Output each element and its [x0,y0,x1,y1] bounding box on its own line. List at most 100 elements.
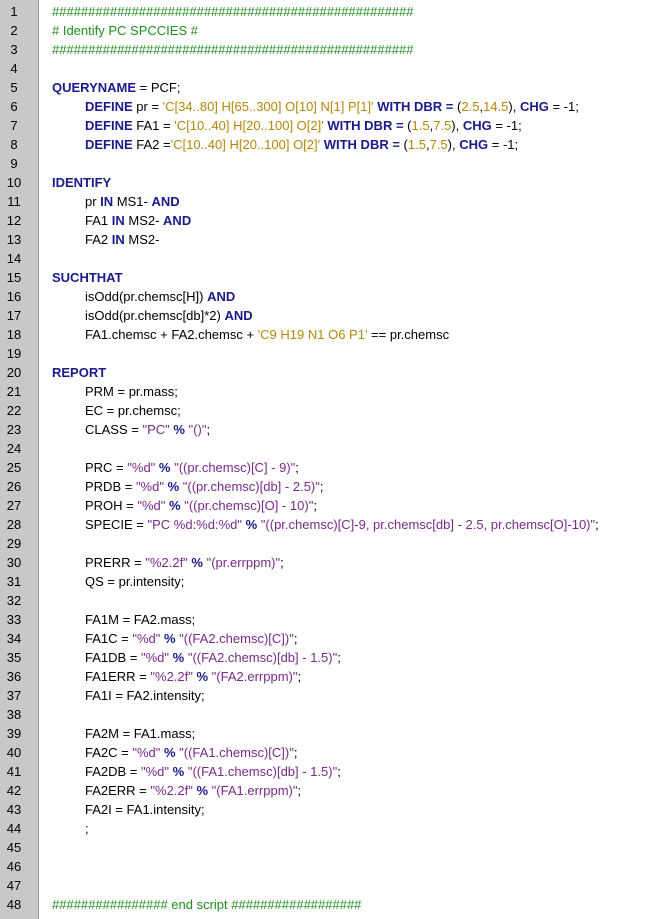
code-line[interactable]: 48 ################ end script ##########… [0,895,652,914]
code-editor[interactable]: 1 #######################################… [0,0,652,919]
code-token: "%2.2f" [145,555,188,570]
line-number: 34 [6,631,22,646]
code-token: AND [224,308,253,323]
code-line[interactable]: 23 CLASS = "PC" % "()"; [0,420,652,439]
code-line[interactable]: 21 PRM = pr.mass; [0,382,652,401]
code-line[interactable]: 39 FA2M = FA1.mass; [0,724,652,743]
code-line[interactable]: 47 [0,876,652,895]
code-line[interactable]: 33 FA1M = FA2.mass; [0,610,652,629]
code-token: "(pr.errppm)" [206,555,281,570]
code-line[interactable]: 2 # Identify PC SPCCIES # [0,21,652,40]
code-line[interactable]: 40 FA2C = "%d" % "((FA1.chemsc)[C])"; [0,743,652,762]
code-line[interactable]: 30 PRERR = "%2.2f" % "(pr.errppm)"; [0,553,652,572]
code-line[interactable]: 5 QUERYNAME = PCF; [0,78,652,97]
code-line[interactable]: 13 FA2 IN MS2- [0,230,652,249]
code-text: PROH = "%d" % "((pr.chemsc)[O] - 10)"; [52,496,317,515]
code-line[interactable]: 3 #######################################… [0,40,652,59]
code-token: CHG [462,118,492,133]
code-token: ), [508,99,520,114]
code-line[interactable]: 27 PROH = "%d" % "((pr.chemsc)[O] - 10)"; [0,496,652,515]
line-number: 45 [6,840,22,855]
code-token: ), [447,137,460,152]
code-token: = -1; [548,99,579,114]
code-line[interactable]: 7 DEFINE FA1 = 'C[10..40] H[20..100] O[2]… [0,116,652,135]
code-line[interactable]: 14 [0,249,652,268]
code-line[interactable]: 4 [0,59,652,78]
code-line[interactable]: 10 IDENTIFY [0,173,652,192]
code-line[interactable]: 32 [0,591,652,610]
line-number: 16 [6,289,22,304]
code-line[interactable]: 18 FA1.chemsc + FA2.chemsc + 'C9 H19 N1 O… [0,325,652,344]
code-line[interactable]: 45 [0,838,652,857]
code-line[interactable]: 20 REPORT [0,363,652,382]
code-token: AND [151,194,180,209]
code-line[interactable]: 46 [0,857,652,876]
line-number: 22 [6,403,22,418]
code-line[interactable]: 1 #######################################… [0,2,652,21]
code-line[interactable]: 6 DEFINE pr = 'C[34..80] H[65..300] O[10]… [0,97,652,116]
line-number: 44 [6,821,22,836]
code-text: IDENTIFY [52,173,111,192]
line-number: 33 [6,612,22,627]
code-line[interactable]: 26 PRDB = "%d" % "((pr.chemsc)[db] - 2.5)… [0,477,652,496]
code-text: isOdd(pr.chemsc[H]) AND [52,287,235,306]
line-number: 1 [10,4,18,19]
code-text: FA2I = FA1.intensity; [52,800,205,819]
code-line[interactable]: 25 PRC = "%d" % "((pr.chemsc)[C] - 9)"; [0,458,652,477]
code-line[interactable]: 15 SUCHTHAT [0,268,652,287]
line-number: 13 [6,232,22,247]
code-token: "PC %d:%d:%d" [147,517,243,532]
line-number: 21 [6,384,22,399]
code-line[interactable]: 19 [0,344,652,363]
line-number: 41 [6,764,22,779]
code-line[interactable]: 31 QS = pr.intensity; [0,572,652,591]
code-text: SUCHTHAT [52,268,123,287]
code-line[interactable]: 37 FA1I = FA2.intensity; [0,686,652,705]
code-token: % [160,745,180,760]
code-line[interactable]: 22 EC = pr.chemsc; [0,401,652,420]
code-token: isOdd(pr.chemsc[db]*2) [85,308,225,323]
line-number: 23 [6,422,22,437]
code-line[interactable]: 29 [0,534,652,553]
code-line[interactable]: 16 isOdd(pr.chemsc[H]) AND [0,287,652,306]
code-line[interactable]: 44; [0,819,652,838]
code-line[interactable]: 12 FA1 IN MS2- AND [0,211,652,230]
code-line[interactable]: 17 isOdd(pr.chemsc[db]*2) AND [0,306,652,325]
code-token: = -1; [488,137,519,152]
code-text: FA2C = "%d" % "((FA1.chemsc)[C])"; [52,743,297,762]
line-number: 35 [6,650,22,665]
code-line[interactable]: 24 [0,439,652,458]
code-token: MS2- [124,232,160,247]
code-token: 7.5 [429,137,448,152]
line-number: 29 [6,536,22,551]
code-line[interactable]: 38 [0,705,652,724]
code-text: FA2 IN MS2- [52,230,159,249]
code-line[interactable]: 42 FA2ERR = "%2.2f" % "(FA1.errppm)"; [0,781,652,800]
code-token: % [169,764,188,779]
line-number: 17 [6,308,22,323]
code-token: FA1C = [85,631,133,646]
code-token: SPECIE = [85,517,148,532]
code-token: ; [85,821,89,836]
line-number: 5 [10,80,18,95]
code-token: 'C[10..40] H[20..100] O[2]' [174,118,324,133]
code-line[interactable]: 11 pr IN MS1- AND [0,192,652,211]
code-token: CLASS = [85,422,143,437]
code-token: "((pr.chemsc)[O] - 10)" [184,498,314,513]
code-token: "%d" [135,479,164,494]
code-line[interactable]: 9 [0,154,652,173]
code-line[interactable]: 43 FA2I = FA1.intensity; [0,800,652,819]
code-text: FA1ERR = "%2.2f" % "(FA2.errppm)"; [52,667,301,686]
code-token: % [169,650,188,665]
code-token: % [187,555,207,570]
code-token: 'C[34..80] H[65..300] O[10] N[1] P[1]' [162,99,374,114]
code-line[interactable]: 36 FA1ERR = "%2.2f" % "(FA2.errppm)"; [0,667,652,686]
code-line[interactable]: 8 DEFINE FA2 ='C[10..40] H[20..100] O[2]'… [0,135,652,154]
code-line[interactable]: 34 FA1C = "%d" % "((FA2.chemsc)[C])"; [0,629,652,648]
code-token: 1.5 [411,118,430,133]
code-token: ; [293,631,298,646]
code-line[interactable]: 41 FA2DB = "%d" % "((FA1.chemsc)[db] - 1.… [0,762,652,781]
code-line[interactable]: 35 FA1DB = "%d" % "((FA2.chemsc)[db] - 1.… [0,648,652,667]
code-token: isOdd(pr.chemsc[H]) [85,289,208,304]
code-line[interactable]: 28 SPECIE = "PC %d:%d:%d" % "((pr.chemsc)… [0,515,652,534]
